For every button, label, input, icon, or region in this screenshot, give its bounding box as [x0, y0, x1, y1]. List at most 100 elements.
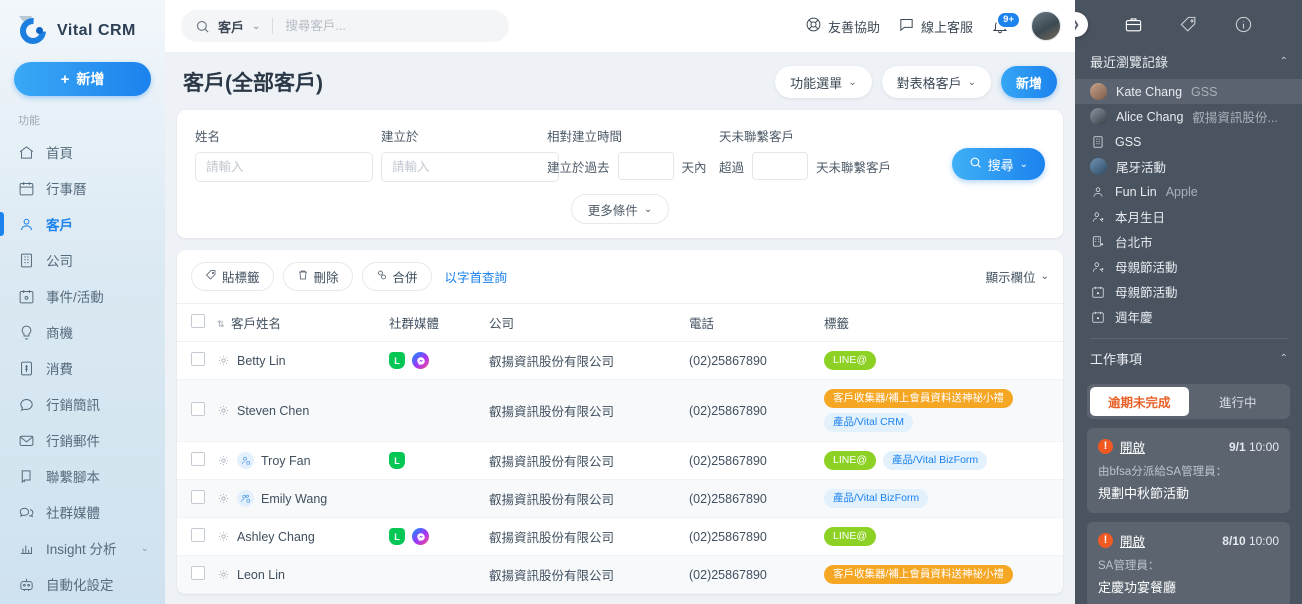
row-checkbox[interactable] [191, 352, 205, 366]
tab-briefcase[interactable] [1124, 15, 1143, 34]
filter-created-input[interactable] [381, 152, 559, 182]
function-menu-button[interactable]: 功能選單 ⌄ [775, 66, 871, 98]
recent-history-header[interactable]: 最近瀏覽記錄 ⌃ [1075, 42, 1302, 79]
sidebar-item-company[interactable]: 公司 [0, 242, 165, 278]
tag-chip[interactable]: 客戶收集器/補上會員資料送神祕小禮 [824, 389, 1013, 408]
row-company-cell[interactable]: 叡揚資訊股份有限公司 [483, 342, 683, 380]
add-tag-button[interactable]: 貼標籤 [191, 262, 274, 291]
task-tab-inprogress[interactable]: 進行中 [1189, 387, 1288, 416]
table-row[interactable]: Emily Wang 叡揚資訊股份有限公司 (02)25867890 產品/Vi… [177, 480, 1063, 518]
chevron-down-icon[interactable]: ⌄ [252, 21, 260, 32]
recent-history-item[interactable]: 台北市 [1075, 229, 1302, 254]
recent-history-item[interactable]: 母親節活動 [1075, 254, 1302, 279]
recent-history-item[interactable]: Alice Chang 叡揚資訊股份... [1075, 104, 1302, 129]
sidebar-item-automation[interactable]: 自動化設定 [0, 566, 165, 602]
merge-button[interactable]: 合併 [362, 262, 432, 291]
recent-history-item[interactable]: Kate Chang GSS [1075, 79, 1302, 104]
online-support-button[interactable]: 線上客服 [898, 16, 973, 36]
filter-relative-days-input[interactable] [618, 152, 674, 180]
customer-name[interactable]: Troy Fan [261, 454, 311, 468]
task-open-link[interactable]: 開啟 [1120, 437, 1145, 456]
sidebar-add-button[interactable]: + 新增 [14, 62, 151, 96]
sidebar-item-event[interactable]: 事件/活動 [0, 278, 165, 314]
row-checkbox[interactable] [191, 452, 205, 466]
select-all-checkbox[interactable] [191, 314, 205, 328]
sidebar-item-opportunity[interactable]: 商機 [0, 314, 165, 350]
customer-name[interactable]: Betty Lin [237, 354, 286, 368]
tag-chip[interactable]: LINE@ [824, 527, 876, 546]
recent-history-item[interactable]: 週年慶 [1075, 304, 1302, 329]
row-company-cell[interactable]: 叡揚資訊股份有限公司 [483, 518, 683, 556]
row-checkbox[interactable] [191, 490, 205, 504]
line-icon[interactable]: L [389, 528, 405, 545]
customer-name[interactable]: Emily Wang [261, 492, 327, 506]
table-row[interactable]: Ashley Chang L 叡揚資訊股份有限公司 (02)25867890 L… [177, 518, 1063, 556]
tag-chip[interactable]: 產品/Vital BizForm [824, 489, 928, 508]
row-settings-icon[interactable] [217, 568, 230, 581]
row-settings-icon[interactable] [217, 530, 230, 543]
row-company-cell[interactable]: 叡揚資訊股份有限公司 [483, 556, 683, 594]
tag-chip[interactable]: LINE@ [824, 351, 876, 370]
recent-history-item[interactable]: 母親節活動 [1075, 279, 1302, 304]
row-checkbox[interactable] [191, 402, 205, 416]
messenger-icon[interactable] [412, 352, 429, 369]
sidebar-item-spending[interactable]: 消費 [0, 350, 165, 386]
add-customer-button[interactable]: 新增 [1001, 66, 1057, 98]
more-conditions-button[interactable]: 更多條件 ⌄ [571, 194, 669, 224]
sidebar-item-script[interactable]: 聯繫腳本 [0, 458, 165, 494]
search-input[interactable] [285, 19, 495, 33]
task-section-header[interactable]: 工作事項 ⌃ [1075, 339, 1302, 376]
row-checkbox[interactable] [191, 528, 205, 542]
sidebar-item-sms[interactable]: 行銷簡訊 [0, 386, 165, 422]
row-settings-icon[interactable] [217, 454, 230, 467]
help-button[interactable]: 友善協助 [805, 16, 880, 36]
messenger-icon[interactable] [412, 528, 429, 545]
row-company-cell[interactable]: 叡揚資訊股份有限公司 [483, 480, 683, 518]
recent-history-item[interactable]: GSS [1075, 129, 1302, 154]
task-tab-overdue[interactable]: 逾期未完成 [1090, 387, 1189, 416]
sidebar-item-customer[interactable]: 客戶 [0, 206, 165, 242]
sidebar-item-social[interactable]: 社群媒體 [0, 494, 165, 530]
tag-chip[interactable]: 產品/Vital CRM [824, 413, 913, 432]
sidebar-item-calendar[interactable]: 行事曆 [0, 170, 165, 206]
sidebar-item-home[interactable]: 首頁 [0, 134, 165, 170]
recent-history-item[interactable]: 尾牙活動 [1075, 154, 1302, 179]
table-row[interactable]: Betty Lin L 叡揚資訊股份有限公司 (02)25867890 LINE… [177, 342, 1063, 380]
task-card[interactable]: ! 開啟 9/1 10:00 由bfsa分派給SA管理員： 規劃中秋節活動 [1087, 428, 1290, 513]
column-header-name[interactable]: ⇅ 客戶姓名 [211, 304, 383, 342]
table-row[interactable]: Troy Fan L 叡揚資訊股份有限公司 (02)25867890 LINE@… [177, 442, 1063, 480]
customer-name[interactable]: Ashley Chang [237, 530, 315, 544]
tab-tag[interactable] [1179, 15, 1198, 34]
row-settings-icon[interactable] [217, 492, 230, 505]
customer-name[interactable]: Steven Chen [237, 404, 309, 418]
initial-query-link[interactable]: 以字首查詢 [445, 267, 508, 286]
search-scope-label[interactable]: 客戶 [218, 17, 244, 36]
table-row[interactable]: Leon Lin 叡揚資訊股份有限公司 (02)25867890 客戶收集器/補… [177, 556, 1063, 594]
show-columns-button[interactable]: 顯示欄位 ⌄ [986, 267, 1049, 286]
row-settings-icon[interactable] [217, 354, 230, 367]
filter-name-input[interactable] [195, 152, 373, 182]
delete-button[interactable]: 刪除 [283, 262, 353, 291]
task-open-link[interactable]: 開啟 [1120, 531, 1145, 550]
tag-chip[interactable]: LINE@ [824, 451, 876, 470]
recent-history-item[interactable]: 本月生日 [1075, 204, 1302, 229]
table-row[interactable]: Steven Chen 叡揚資訊股份有限公司 (02)25867890 客戶收集… [177, 380, 1063, 442]
tag-chip[interactable]: 客戶收集器/補上會員資料送神祕小禮 [824, 565, 1013, 584]
filter-search-button[interactable]: 搜尋 ⌄ [952, 148, 1045, 180]
notification-button[interactable]: 9+ [991, 15, 1013, 37]
customer-name[interactable]: Leon Lin [237, 568, 285, 582]
row-settings-icon[interactable] [217, 404, 230, 417]
filter-nocontact-days-input[interactable] [752, 152, 808, 180]
recent-history-item[interactable]: Fun Lin Apple [1075, 179, 1302, 204]
user-avatar[interactable] [1031, 11, 1061, 41]
sidebar-item-insight[interactable]: Insight 分析 ⌄ [0, 530, 165, 566]
row-checkbox[interactable] [191, 566, 205, 580]
tag-chip[interactable]: 產品/Vital BizForm [883, 451, 987, 470]
task-card[interactable]: ! 開啟 8/10 10:00 SA管理員： 定慶功宴餐廳 [1087, 522, 1290, 604]
line-icon[interactable]: L [389, 452, 405, 469]
line-icon[interactable]: L [389, 352, 405, 369]
sidebar-item-email[interactable]: 行銷郵件 [0, 422, 165, 458]
table-customer-button[interactable]: 對表格客戶 ⌄ [882, 66, 991, 98]
global-search[interactable]: 客戶 ⌄ [181, 10, 509, 42]
row-company-cell[interactable]: 叡揚資訊股份有限公司 [483, 380, 683, 442]
